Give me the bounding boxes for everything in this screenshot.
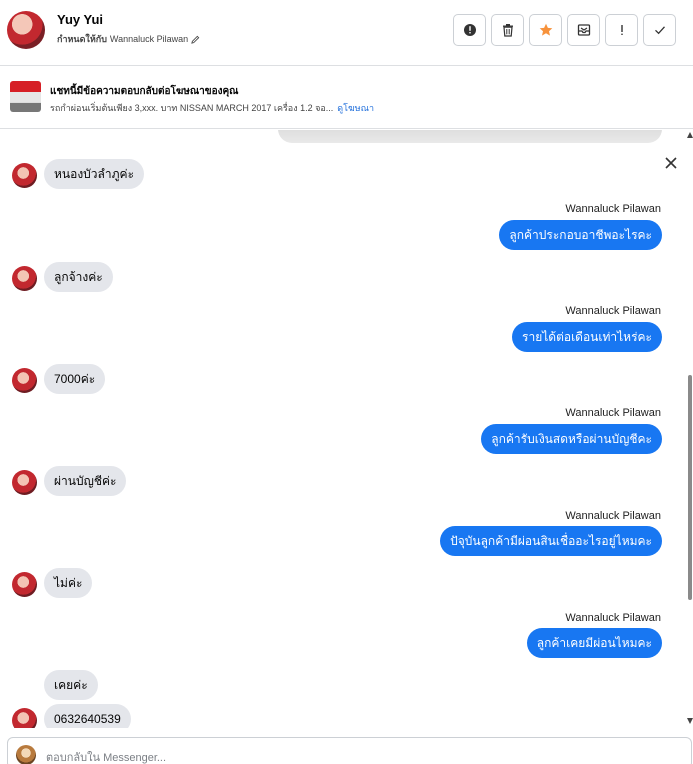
conversation-header: Yuy Yui กำหนดให้กับ Wannaluck Pilawan [0,0,693,66]
mark-unread-button[interactable] [567,14,600,46]
avatar [12,572,37,597]
avatar [12,368,37,393]
message-thread[interactable]: หนองบัวลำภูค่ะ Wannaluck Pilawan ลูกค้าป… [0,130,693,728]
sender-name: Wannaluck Pilawan [565,510,661,522]
avatar [12,470,37,495]
ad-thumbnail[interactable] [10,81,41,112]
outgoing-message[interactable]: ปัจุบันลูกค้ามีผ่อนสินเชื่ออะไรอยู่ไหมคะ [440,526,662,556]
incoming-message[interactable]: ไม่ค่ะ [44,568,93,598]
delete-button[interactable] [491,14,524,46]
assigned-label: กำหนดให้กับ [57,34,107,44]
view-ad-link[interactable]: ดูโฆษณา [337,103,374,113]
star-icon [539,23,552,36]
incoming-message[interactable]: เคยค่ะ [44,670,98,700]
ad-reply-banner: แชทนี้มีข้อความตอบกลับต่อโฆษณาของคุณ รถก… [0,67,693,169]
avatar [12,708,37,728]
assignee-name: Wannaluck Pilawan [109,34,189,44]
mark-unread-icon [577,24,590,36]
ad-banner-title: แชทนี้มีข้อความตอบกลับต่อโฆษณาของคุณ [50,86,239,97]
incoming-message[interactable]: ผ่านบัญชีค่ะ [44,466,127,496]
contact-name[interactable]: Yuy Yui [57,12,103,27]
thread-scrollbar[interactable] [687,130,693,728]
incoming-message[interactable]: หนองบัวลำภูค่ะ [44,159,145,189]
scroll-down-icon[interactable] [687,718,693,724]
reply-input[interactable]: ตอบกลับใน Messenger... [46,748,166,764]
outgoing-message[interactable]: ลูกค้าประกอบอาชีพอะไรคะ [499,220,662,250]
report-button[interactable] [453,14,486,46]
ad-description-text: รถกำผ่อนเริ่มต้นเพียง 3,xxx. บาท NISSAN … [50,103,334,113]
page-avatar [16,745,36,764]
scroll-up-icon[interactable] [687,132,693,138]
sender-name: Wannaluck Pilawan [565,612,661,624]
outgoing-message[interactable]: รายได้ต่อเดือนเท่าไหร่คะ [512,322,662,352]
avatar [12,266,37,291]
outgoing-message[interactable]: ลูกค้าเคยมีผ่อนไหมคะ [526,628,662,658]
image-attachment[interactable] [278,130,662,143]
incoming-message[interactable]: ลูกจ้างค่ะ [44,262,113,292]
incoming-message[interactable]: 0632640539 [44,704,131,728]
check-icon [654,26,665,35]
sender-name: Wannaluck Pilawan [565,305,661,317]
sender-name: Wannaluck Pilawan [565,203,661,215]
sender-name: Wannaluck Pilawan [565,407,661,419]
mark-done-button[interactable] [643,14,676,46]
avatar[interactable] [7,11,45,49]
alert-circle-icon [463,24,476,36]
spam-button[interactable] [605,14,638,46]
star-button[interactable] [529,14,562,46]
pencil-icon[interactable] [191,35,200,44]
exclamation-icon [620,25,623,35]
scrollbar-thumb[interactable] [688,375,692,600]
outgoing-message[interactable]: ลูกค้ารับเงินสดหรือผ่านบัญชีคะ [481,424,662,454]
assigned-to[interactable]: กำหนดให้กับ Wannaluck Pilawan [57,32,200,46]
header-actions [453,14,676,46]
incoming-message[interactable]: 7000ค่ะ [44,364,106,394]
reply-composer[interactable]: ตอบกลับใน Messenger... [7,737,692,764]
trash-icon [502,24,513,37]
ad-description: รถกำผ่อนเริ่มต้นเพียง 3,xxx. บาท NISSAN … [50,101,374,115]
avatar [12,163,37,188]
